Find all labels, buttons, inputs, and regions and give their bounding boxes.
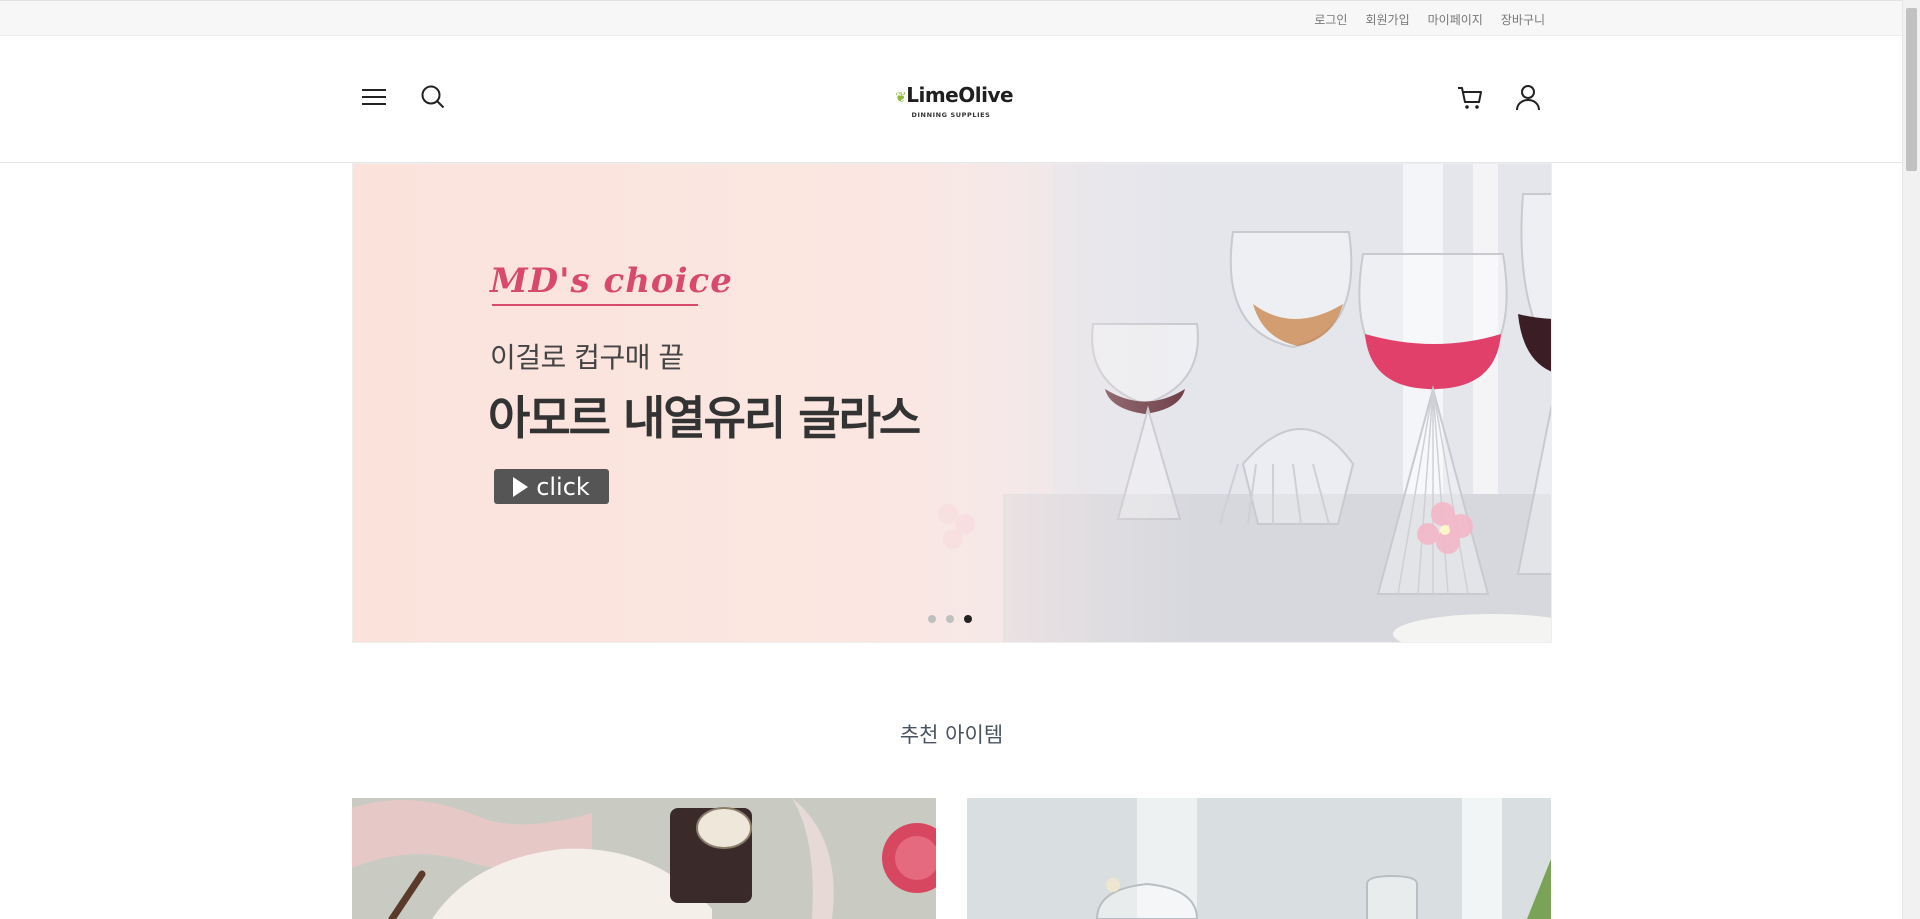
site-header: ❦LimeOlive DINNING SUPPLIES — [0, 36, 1903, 163]
hero-script-underline — [492, 304, 698, 306]
scrollbar-thumb[interactable] — [1906, 8, 1917, 171]
logo-tagline: DINNING SUPPLIES — [911, 111, 991, 119]
hero-banner[interactable]: MD's choice 이걸로 컵구매 끝 아모르 내열유리 글라스 click — [352, 163, 1552, 643]
product-image — [967, 798, 1551, 919]
section-title: 추천 아이템 — [899, 723, 1004, 747]
hero-subtitle: 이걸로 컵구매 끝 — [490, 341, 684, 374]
top-utility-bar: 로그인 회원가입 마이페이지 장바구니 — [0, 0, 1903, 36]
hero-title: 아모르 내열유리 글라스 — [488, 391, 921, 445]
slider-dot-3[interactable] — [964, 615, 972, 623]
signup-link[interactable]: 회원가입 — [1365, 11, 1409, 28]
product-card[interactable] — [967, 798, 1551, 919]
cart-icon[interactable] — [1455, 82, 1485, 112]
page-scrollbar[interactable] — [1902, 0, 1920, 919]
product-image — [352, 798, 936, 919]
slider-dot-1[interactable] — [928, 615, 936, 623]
hero-click-button[interactable]: click — [494, 469, 609, 504]
product-card[interactable] — [352, 798, 936, 919]
site-logo[interactable]: ❦LimeOlive DINNING SUPPLIES — [895, 83, 1014, 124]
hero-click-label: click — [536, 472, 590, 501]
login-link[interactable]: 로그인 — [1314, 11, 1347, 28]
hero-script-title: MD's choice — [490, 261, 733, 301]
logo-brand: ❦LimeOlive — [895, 83, 1014, 107]
search-icon[interactable] — [418, 82, 448, 112]
slider-dot-2[interactable] — [946, 615, 954, 623]
leaf-icon: ❦ — [895, 90, 907, 106]
play-icon — [513, 476, 529, 497]
mypage-link[interactable]: 마이페이지 — [1428, 11, 1483, 28]
user-icon[interactable] — [1513, 82, 1543, 112]
utility-links: 로그인 회원가입 마이페이지 장바구니 — [1314, 11, 1545, 28]
cart-link[interactable]: 장바구니 — [1501, 11, 1545, 28]
slider-dots — [928, 615, 972, 623]
hamburger-menu-icon[interactable] — [359, 82, 389, 112]
